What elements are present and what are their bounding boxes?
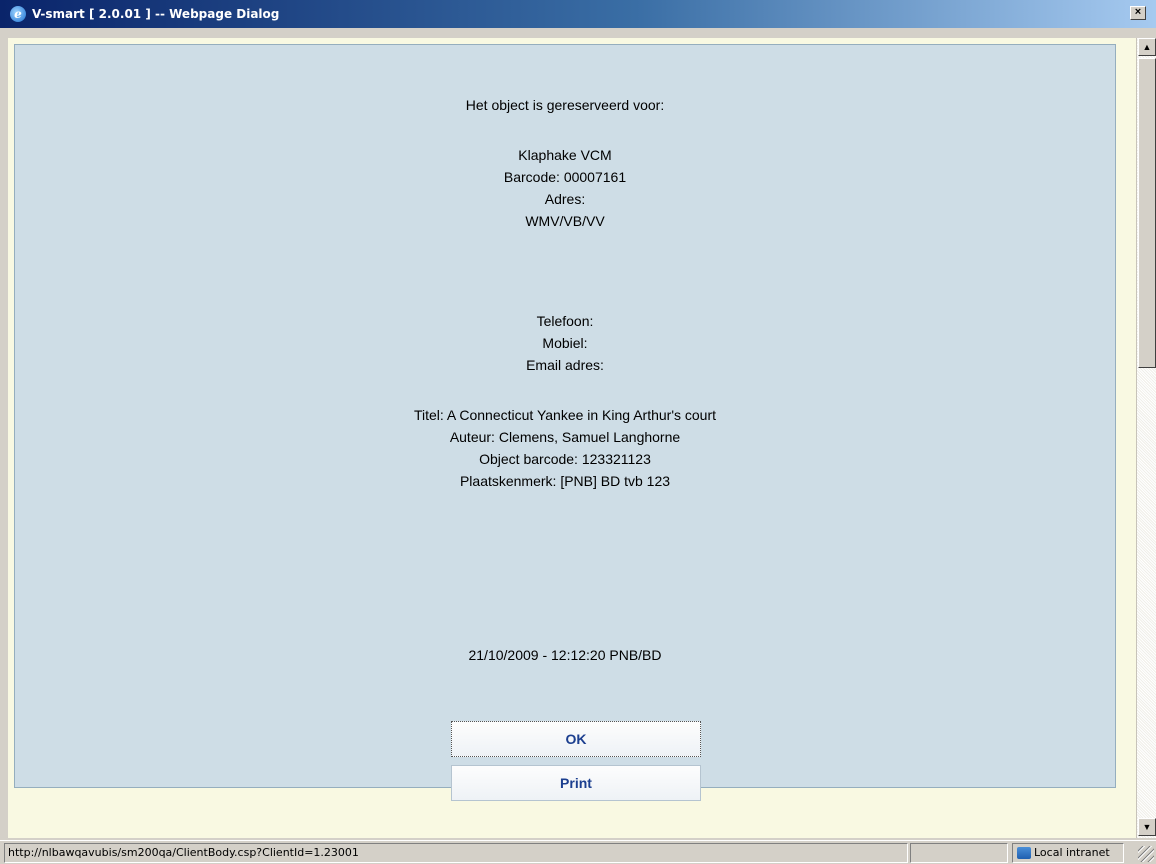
scroll-down-button[interactable]: ▼ [1138, 818, 1156, 836]
item-shelfmark: Plaatskenmerk: [PNB] BD tvb 123 [459, 473, 671, 489]
scrollbar-thumb[interactable] [1138, 58, 1156, 368]
patron-name: Klaphake VCM [518, 147, 612, 163]
address-label: Adres: [544, 191, 586, 207]
mobile-label: Mobiel: [542, 335, 588, 351]
status-bar: http://nlbawqavubis/sm200qa/ClientBody.c… [0, 840, 1156, 864]
telephone-label: Telefoon: [536, 313, 594, 329]
status-cell [910, 843, 1008, 863]
title-bar: e V-smart [ 2.0.01 ] -- Webpage Dialog × [0, 0, 1156, 28]
item-barcode: Object barcode: 123321123 [479, 451, 651, 467]
window-title: V-smart [ 2.0.01 ] -- Webpage Dialog [32, 7, 280, 21]
reservation-panel: Het object is gereserveerd voor: Klaphak… [14, 44, 1116, 801]
security-zone: Local intranet [1012, 843, 1124, 863]
item-title: Titel: A Connecticut Yankee in King Arth… [413, 407, 717, 423]
zone-label: Local intranet [1034, 846, 1110, 859]
ok-button[interactable]: OK [451, 721, 701, 757]
email-label: Email adres: [526, 357, 604, 373]
timestamp: 21/10/2009 - 12:12:20 PNB/BD [468, 647, 662, 663]
close-button[interactable]: × [1130, 6, 1146, 20]
item-author: Auteur: Clemens, Samuel Langhorne [449, 429, 681, 445]
print-button[interactable]: Print [451, 765, 701, 801]
print-button-label: Print [560, 775, 592, 791]
scroll-up-icon: ▲ [1142, 42, 1152, 52]
reservation-heading: Het object is gereserveerd voor: [465, 97, 665, 113]
ie-icon: e [10, 6, 26, 22]
intranet-zone-icon [1017, 847, 1031, 859]
close-icon: × [1134, 6, 1142, 18]
vertical-scrollbar[interactable]: ▲ ▼ [1136, 38, 1156, 838]
scroll-up-button[interactable]: ▲ [1138, 38, 1156, 56]
address-value: WMV/VB/VV [525, 213, 605, 229]
resize-grip[interactable] [1138, 846, 1154, 862]
status-url: http://nlbawqavubis/sm200qa/ClientBody.c… [4, 843, 908, 863]
patron-barcode: Barcode: 00007161 [503, 169, 627, 185]
scroll-down-icon: ▼ [1142, 822, 1152, 832]
ok-button-label: OK [565, 731, 587, 747]
